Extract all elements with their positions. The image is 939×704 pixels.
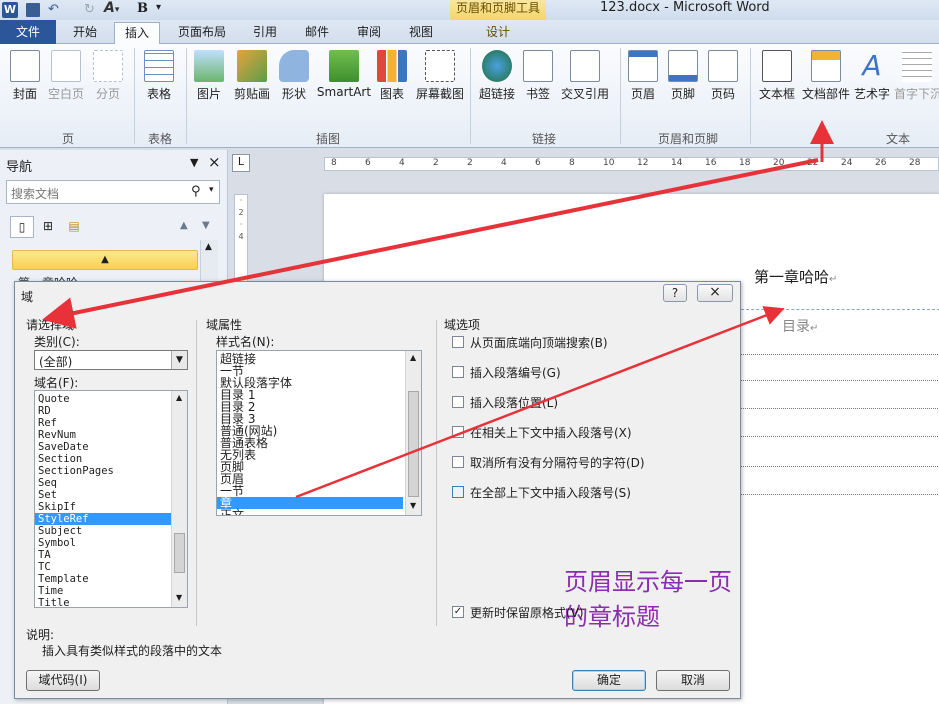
annotation-arrows xyxy=(42,120,834,499)
arrow-to-dialog xyxy=(42,158,819,329)
arrow-style-to-doc xyxy=(295,306,785,499)
